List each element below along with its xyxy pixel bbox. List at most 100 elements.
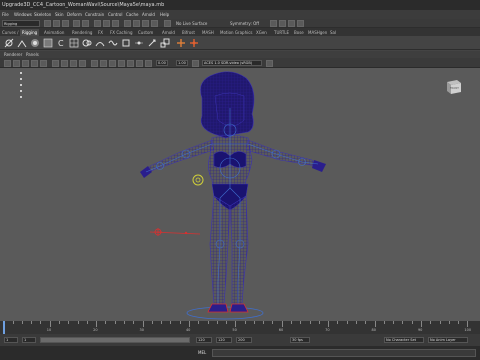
scale-constraint-icon[interactable]: [160, 38, 170, 48]
right-leg-mesh[interactable]: [229, 195, 249, 305]
anim-layer-dropdown[interactable]: No Anim Layer: [428, 337, 468, 343]
select-object-icon[interactable]: [103, 20, 110, 27]
hypershade-icon[interactable]: [297, 20, 304, 27]
time-slider[interactable]: 10 20 30 40 50 60 70 80 90 100: [0, 321, 480, 334]
range-bar[interactable]: [40, 337, 190, 343]
wrap-deformer-icon[interactable]: [95, 38, 105, 48]
snap-grid-icon[interactable]: [124, 20, 131, 27]
end-frame-field[interactable]: 120: [216, 337, 232, 343]
viewport[interactable]: FRONT: [0, 68, 480, 321]
ik-control-handle-inner[interactable]: [195, 177, 201, 183]
textured-icon[interactable]: [118, 60, 125, 67]
render-icon[interactable]: [270, 20, 277, 27]
menu-control[interactable]: Control: [108, 12, 122, 17]
orient-constraint-icon[interactable]: [147, 38, 157, 48]
menu-skin[interactable]: Skin: [55, 12, 64, 17]
new-scene-icon[interactable]: [44, 20, 51, 27]
mel-label[interactable]: MEL: [198, 350, 206, 355]
shelf-tab-sal[interactable]: Sal: [328, 29, 338, 36]
near-clip-field[interactable]: 0.00: [156, 60, 168, 66]
left-foot-control[interactable]: [207, 303, 229, 313]
symmetry-label[interactable]: Symmetry: Off: [230, 21, 259, 26]
joint-tool-icon[interactable]: [4, 38, 14, 48]
undo-icon[interactable]: [73, 20, 80, 27]
smooth-shade-icon[interactable]: [100, 60, 107, 67]
menu-windows[interactable]: Windows: [14, 12, 32, 17]
far-clip-field[interactable]: 1.00: [176, 60, 188, 66]
save-scene-icon[interactable]: [62, 20, 69, 27]
menu-skeleton[interactable]: Skeleton: [34, 12, 51, 17]
2d-pan-zoom-icon[interactable]: [40, 60, 47, 67]
range-end-field[interactable]: 120: [196, 337, 212, 343]
add-joint-locator-icon[interactable]: [189, 38, 199, 48]
menu-constrain[interactable]: Constrain: [85, 12, 104, 17]
resolution-gate-icon[interactable]: [70, 60, 77, 67]
isolate-select-icon[interactable]: [266, 60, 273, 67]
shelf-tab-mash[interactable]: MASH: [200, 29, 216, 36]
menu-cache[interactable]: Cache: [126, 12, 138, 17]
ik-handle-icon[interactable]: [17, 38, 27, 48]
anim-end-field[interactable]: 200: [236, 337, 252, 343]
select-component-icon[interactable]: [112, 20, 119, 27]
point-constraint-icon[interactable]: [134, 38, 144, 48]
shelf-tab-motion-graphics[interactable]: Motion Graphics: [218, 29, 255, 36]
start-frame-field[interactable]: 1: [4, 337, 18, 343]
paint-weights-icon[interactable]: [43, 38, 53, 48]
redo-icon[interactable]: [82, 20, 89, 27]
grid-icon[interactable]: [52, 60, 59, 67]
blendshape-icon[interactable]: [82, 38, 92, 48]
menu-help[interactable]: Help: [160, 12, 169, 17]
shelf-tab-xgen[interactable]: XGen: [254, 29, 269, 36]
lattice-icon[interactable]: [69, 38, 79, 48]
menu-arnold[interactable]: Arnold: [142, 12, 155, 17]
shelf-tab-turtle[interactable]: TURTLE: [272, 29, 291, 36]
select-camera-icon[interactable]: [4, 60, 11, 67]
shelf-tab-arnold[interactable]: Arnold: [160, 29, 177, 36]
shelf-tab-fx[interactable]: FX: [96, 29, 105, 36]
gate-mask-icon[interactable]: [79, 60, 86, 67]
command-input[interactable]: [212, 349, 476, 357]
parent-constraint-icon[interactable]: [121, 38, 131, 48]
shelf-tab-rigging[interactable]: Rigging: [20, 29, 40, 36]
ipr-render-icon[interactable]: [279, 20, 286, 27]
panel-menu-panels[interactable]: Panels: [26, 52, 39, 57]
shelf-tab-animation[interactable]: Animation: [42, 29, 66, 36]
wireframe-icon[interactable]: [91, 60, 98, 67]
snap-point-icon[interactable]: [142, 20, 149, 27]
snap-curve-icon[interactable]: [133, 20, 140, 27]
snap-surface-icon[interactable]: [151, 20, 158, 27]
image-plane-icon[interactable]: [31, 60, 38, 67]
open-scene-icon[interactable]: [53, 20, 60, 27]
right-foot-control[interactable]: [229, 303, 249, 313]
head-mesh[interactable]: [214, 92, 245, 127]
color-space-dropdown[interactable]: ACES 1.0 SDR-video (sRGB): [202, 60, 262, 66]
panel-menu-renderer[interactable]: Renderer: [4, 52, 22, 57]
menu-deform[interactable]: Deform: [67, 12, 82, 17]
shelf-tab-fx-caching[interactable]: FX Caching: [108, 29, 134, 36]
character-set-dropdown[interactable]: No Character Set: [384, 337, 424, 343]
gamma-icon[interactable]: [192, 60, 199, 67]
select-hierarchy-icon[interactable]: [94, 20, 101, 27]
menu-file[interactable]: File: [2, 12, 9, 17]
current-time-indicator[interactable]: [3, 321, 5, 334]
cluster-icon[interactable]: C: [56, 38, 66, 48]
right-hand-mesh[interactable]: [312, 160, 326, 172]
lights-icon[interactable]: [127, 60, 134, 67]
shelf-tab-bifrost[interactable]: Bifrost: [180, 29, 197, 36]
range-start-field[interactable]: 1: [22, 337, 36, 343]
shadows-icon[interactable]: [136, 60, 143, 67]
render-settings-icon[interactable]: [288, 20, 295, 27]
pole-vector-control[interactable]: [149, 228, 201, 236]
live-surface-label[interactable]: No Live Surface: [176, 21, 207, 26]
magnet-icon[interactable]: [164, 20, 171, 27]
ik-control-handle[interactable]: [192, 174, 204, 186]
shelf-tab-rendering[interactable]: Rendering: [70, 29, 94, 36]
camera-attributes-icon[interactable]: [13, 60, 20, 67]
fps-dropdown[interactable]: 30 fps: [290, 337, 310, 343]
menu-set-dropdown[interactable]: Rigging: [2, 20, 40, 27]
default-material-icon[interactable]: [109, 60, 116, 67]
bookmark-icon[interactable]: [22, 60, 29, 67]
bind-skin-icon[interactable]: [30, 38, 40, 48]
shelf-tab-mashgen[interactable]: MASHgen: [306, 29, 329, 36]
shelf-tab-custom[interactable]: Custom: [136, 29, 155, 36]
